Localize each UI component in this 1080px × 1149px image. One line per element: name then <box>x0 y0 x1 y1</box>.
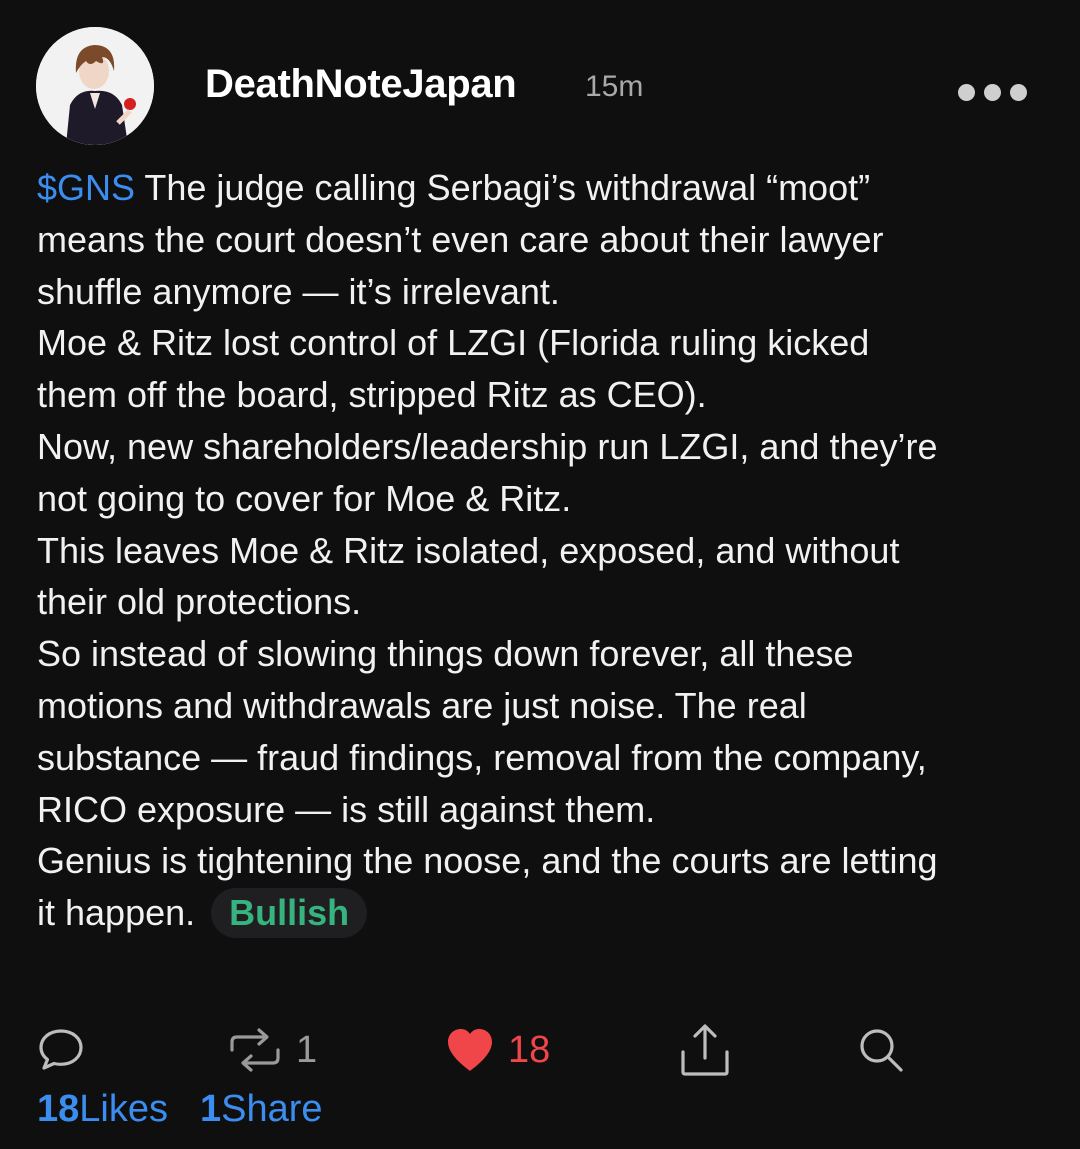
heart-icon <box>448 1029 492 1071</box>
post-action-bar: 1 18 <box>0 1022 1080 1078</box>
likes-label: Likes <box>79 1088 168 1130</box>
like-button[interactable]: 18 <box>444 1022 550 1078</box>
share-upload-icon <box>681 1024 729 1076</box>
post-line: means the court doesn’t even care about … <box>37 218 884 260</box>
post-line: RICO exposure — is still against them. <box>37 788 656 830</box>
post-line: Now, new shareholders/leadership run LZG… <box>37 425 938 467</box>
more-horizontal-icon <box>984 83 1001 101</box>
post-line: not going to cover for Moe & Ritz. <box>37 477 572 519</box>
sentiment-badge: Bullish <box>211 888 368 939</box>
anime-character-avatar <box>36 27 154 145</box>
post-body: $GNS The judge calling Serbagi’s withdra… <box>37 162 1047 939</box>
post-line: shuffle anymore — it’s irrelevant. <box>37 270 560 312</box>
post-line: $GNS The judge calling Serbagi’s withdra… <box>37 162 1047 214</box>
post-timestamp: 15m <box>585 70 644 103</box>
repost-button[interactable]: 1 <box>226 1022 317 1078</box>
comment-bubble-icon <box>39 1029 83 1070</box>
post-stats: 18Likes 1Share <box>37 1088 323 1131</box>
author-avatar[interactable] <box>36 27 154 145</box>
post-line: motions and withdrawals are just noise. … <box>37 684 807 726</box>
post-line: Genius is tightening the noose, and the … <box>37 840 938 882</box>
more-horizontal-icon <box>958 83 975 101</box>
likes-stat[interactable]: 18Likes <box>37 1088 168 1130</box>
post-line: their old protections. <box>37 581 362 623</box>
shares-label: Share <box>221 1088 323 1130</box>
post-text: it happen. <box>37 892 196 934</box>
shares-count: 1 <box>200 1088 222 1130</box>
post-line: them off the board, stripped Ritz as CEO… <box>37 374 707 416</box>
shares-stat[interactable]: 1Share <box>200 1088 323 1130</box>
search-button[interactable] <box>856 1022 906 1078</box>
post-line: it happen. Bullish <box>37 887 1047 939</box>
likes-count: 18 <box>37 1088 80 1130</box>
repost-icon <box>230 1028 280 1072</box>
comment-button[interactable] <box>36 1022 86 1078</box>
share-button[interactable] <box>678 1022 732 1078</box>
post-line: So instead of slowing things down foreve… <box>37 633 854 675</box>
post-line: This leaves Moe & Ritz isolated, exposed… <box>37 529 900 571</box>
post-line: Moe & Ritz lost control of LZGI (Florida… <box>37 322 870 364</box>
ticker-link[interactable]: $GNS <box>37 167 135 208</box>
like-count: 18 <box>508 1028 551 1071</box>
author-username[interactable]: DeathNoteJapan <box>205 62 517 107</box>
post-text: The judge calling Serbagi’s withdrawal “… <box>135 167 871 208</box>
more-options-button[interactable] <box>958 80 1032 104</box>
search-icon <box>860 1029 903 1072</box>
repost-count: 1 <box>296 1028 318 1071</box>
post-line: substance — fraud findings, removal from… <box>37 736 927 778</box>
more-horizontal-icon <box>1010 83 1027 101</box>
